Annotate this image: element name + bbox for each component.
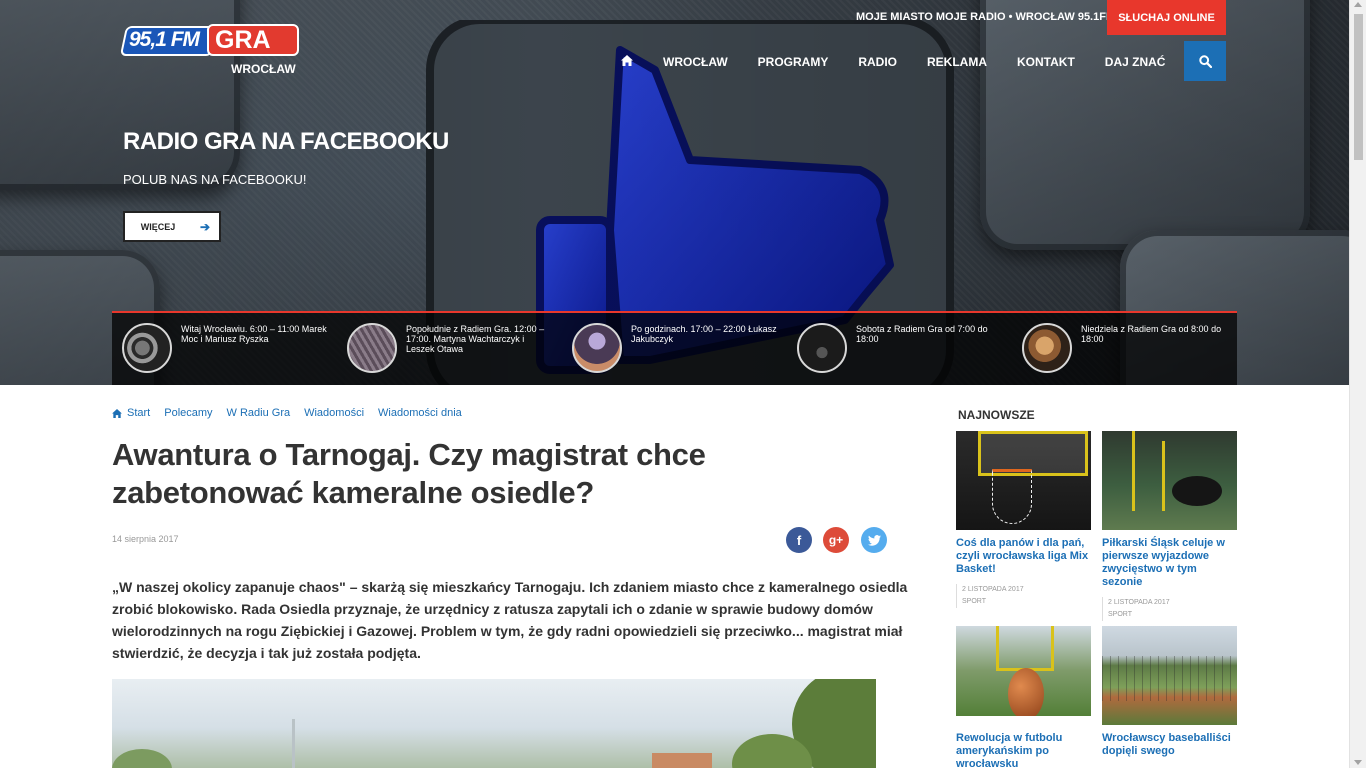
news-card[interactable]: Piłkarski Śląsk celuje w pierwsze wyjazd…: [1102, 431, 1237, 621]
listen-online-button[interactable]: SŁUCHAJ ONLINE: [1107, 0, 1226, 35]
article-lead: „W naszej okolicy zapanuje chaos" – skar…: [112, 579, 908, 661]
share-facebook-button[interactable]: f: [786, 527, 812, 553]
share-google-plus-button[interactable]: g+: [823, 527, 849, 553]
news-card-category: SPORT: [1108, 611, 1132, 618]
news-card-caption: Wrocławscy baseballiści dopięli swego: [1102, 732, 1231, 757]
sidebar-title: NAJNOWSZE: [958, 408, 1035, 422]
nav-item-daj-znac[interactable]: DAJ ZNAĆ: [1105, 55, 1166, 69]
news-card[interactable]: Wrocławscy baseballiści dopięli swego: [1102, 626, 1237, 758]
nav-item-radio[interactable]: RADIO: [858, 55, 897, 69]
news-card-meta: 2 LISTOPADA 2017 SPORT: [1102, 597, 1237, 621]
scroll-down-icon[interactable]: [1354, 760, 1362, 765]
schedule-item[interactable]: Sobota z Radiem Gra od 7:00 do 18:00: [787, 313, 1012, 385]
equipment-decoration: [1172, 476, 1222, 506]
news-card-image: [956, 431, 1091, 530]
news-card-meta: 2 LISTOPADA 2017 SPORT: [956, 584, 1091, 608]
schedule-text: Witaj Wrocławiu. 6:00 – 11:00 Marek Moc …: [181, 324, 327, 344]
schedule-avatar: [122, 323, 172, 373]
schedule-text: Niedziela z Radiem Gra od 8:00 do 18:00: [1081, 324, 1222, 344]
schedule-text: Po godzinach. 17:00 – 22:00 Łukasz Jakub…: [631, 324, 777, 344]
facebook-icon: f: [796, 532, 802, 548]
schedule-item[interactable]: Popołudnie z Radiem Gra. 12:00 – 17:00. …: [337, 313, 562, 385]
twitter-icon: [867, 534, 881, 546]
breadcrumb-item-polecamy[interactable]: Polecamy: [164, 407, 212, 419]
breadcrumb-label: Start: [127, 407, 151, 419]
home-icon: [112, 408, 122, 418]
nav-item-wroclaw[interactable]: WROCŁAW: [663, 55, 728, 69]
tree-decoration: [112, 749, 172, 768]
breadcrumb-item-w-radiu-gra[interactable]: W Radiu Gra: [227, 407, 291, 419]
football-icon: [1008, 668, 1044, 720]
scroll-up-icon[interactable]: [1354, 2, 1362, 7]
goal-post-decoration: [1051, 626, 1054, 671]
schedule-item[interactable]: Niedziela z Radiem Gra od 8:00 do 18:00: [1012, 313, 1237, 385]
schedule-avatar: [572, 323, 622, 373]
arrow-right-icon: ➔: [199, 219, 211, 234]
fence-decoration: [1102, 656, 1237, 701]
logo-city-text: WROCŁAW: [231, 62, 296, 76]
schedule-text: Popołudnie z Radiem Gra. 12:00 – 17:00. …: [406, 324, 545, 354]
google-plus-icon: g+: [828, 533, 844, 547]
nav-item-reklama[interactable]: REKLAMA: [927, 55, 987, 69]
schedule-avatar: [347, 323, 397, 373]
logo-fm-text: 95,1 FM: [129, 28, 200, 51]
page: 95,1 FM GRA WROCŁAW MOJE MIASTO MOJE RAD…: [0, 0, 1366, 768]
search-button[interactable]: [1184, 41, 1226, 81]
schedule-item[interactable]: Witaj Wrocławiu. 6:00 – 11:00 Marek Moc …: [112, 313, 337, 385]
search-icon: [1198, 54, 1212, 68]
hero-title: RADIO GRA NA FACEBOOKU: [123, 128, 449, 155]
article-image: [112, 679, 876, 768]
news-card-caption: Rewolucja w futbolu amerykańskim po wroc…: [956, 732, 1063, 768]
hero-banner: 95,1 FM GRA WROCŁAW MOJE MIASTO MOJE RAD…: [0, 0, 1349, 385]
tree-trunk-decoration: [292, 719, 295, 768]
news-card[interactable]: Coś dla panów i dla pań, czyli wrocławsk…: [956, 431, 1091, 608]
news-card-image: [1102, 626, 1237, 725]
news-card-caption: Coś dla panów i dla pań, czyli wrocławsk…: [956, 537, 1089, 575]
main-nav: WROCŁAW PROGRAMY RADIO REKLAMA KONTAKT D…: [606, 42, 1180, 81]
schedule-avatar: [797, 323, 847, 373]
share-twitter-button[interactable]: [861, 527, 887, 553]
news-card-category: SPORT: [962, 598, 986, 605]
news-card-date: 2 LISTOPADA 2017: [1108, 599, 1170, 606]
schedule-text: Sobota z Radiem Gra od 7:00 do 18:00: [856, 324, 988, 344]
news-card-date: 2 LISTOPADA 2017: [962, 586, 1024, 593]
scrollbar-thumb[interactable]: [1354, 14, 1363, 160]
goal-post-decoration: [1162, 441, 1165, 511]
schedule-item[interactable]: Po godzinach. 17:00 – 22:00 Łukasz Jakub…: [562, 313, 787, 385]
field-line-decoration: [956, 716, 1091, 725]
nav-item-programy[interactable]: PROGRAMY: [758, 55, 829, 69]
goal-post-decoration: [1132, 431, 1135, 511]
hero-more-label: WIĘCEJ: [140, 221, 176, 232]
schedule-avatar: [1022, 323, 1072, 373]
basketball-net-decoration: [992, 469, 1032, 524]
logo-gra-text: GRA: [215, 26, 271, 54]
news-card-image: [1102, 431, 1237, 530]
rooftop-decoration: [652, 753, 712, 768]
news-card[interactable]: Rewolucja w futbolu amerykańskim po wroc…: [956, 626, 1091, 768]
breadcrumb-item-start[interactable]: Start: [112, 407, 150, 419]
breadcrumb-item-wiadomosci[interactable]: Wiadomości: [304, 407, 364, 419]
article-date: 14 sierpnia 2017: [112, 534, 179, 544]
station-tagline: MOJE MIASTO MOJE RADIO • WROCŁAW 95.1FM: [856, 11, 1116, 23]
breadcrumb-item-wiadomosci-dnia[interactable]: Wiadomości dnia: [378, 407, 462, 419]
page-scrollbar[interactable]: [1349, 0, 1366, 768]
goal-post-decoration: [996, 626, 999, 671]
nav-home[interactable]: [621, 54, 633, 69]
news-card-image: [956, 626, 1091, 725]
nav-item-kontakt[interactable]: KONTAKT: [1017, 55, 1075, 69]
news-card-caption: Piłkarski Śląsk celuje w pierwsze wyjazd…: [1102, 537, 1225, 588]
hero-subtitle: POLUB NAS NA FACEBOOKU!: [123, 172, 307, 187]
station-logo[interactable]: 95,1 FM GRA WROCŁAW: [119, 24, 299, 78]
hero-more-button[interactable]: WIĘCEJ ➔: [123, 211, 221, 242]
home-icon: [621, 54, 633, 66]
program-schedule-bar: Witaj Wrocławiu. 6:00 – 11:00 Marek Moc …: [112, 311, 1237, 385]
article-title: Awantura o Tarnogaj. Czy magistrat chce …: [112, 437, 706, 510]
breadcrumb: Start Polecamy W Radiu Gra Wiadomości Wi…: [112, 407, 476, 419]
